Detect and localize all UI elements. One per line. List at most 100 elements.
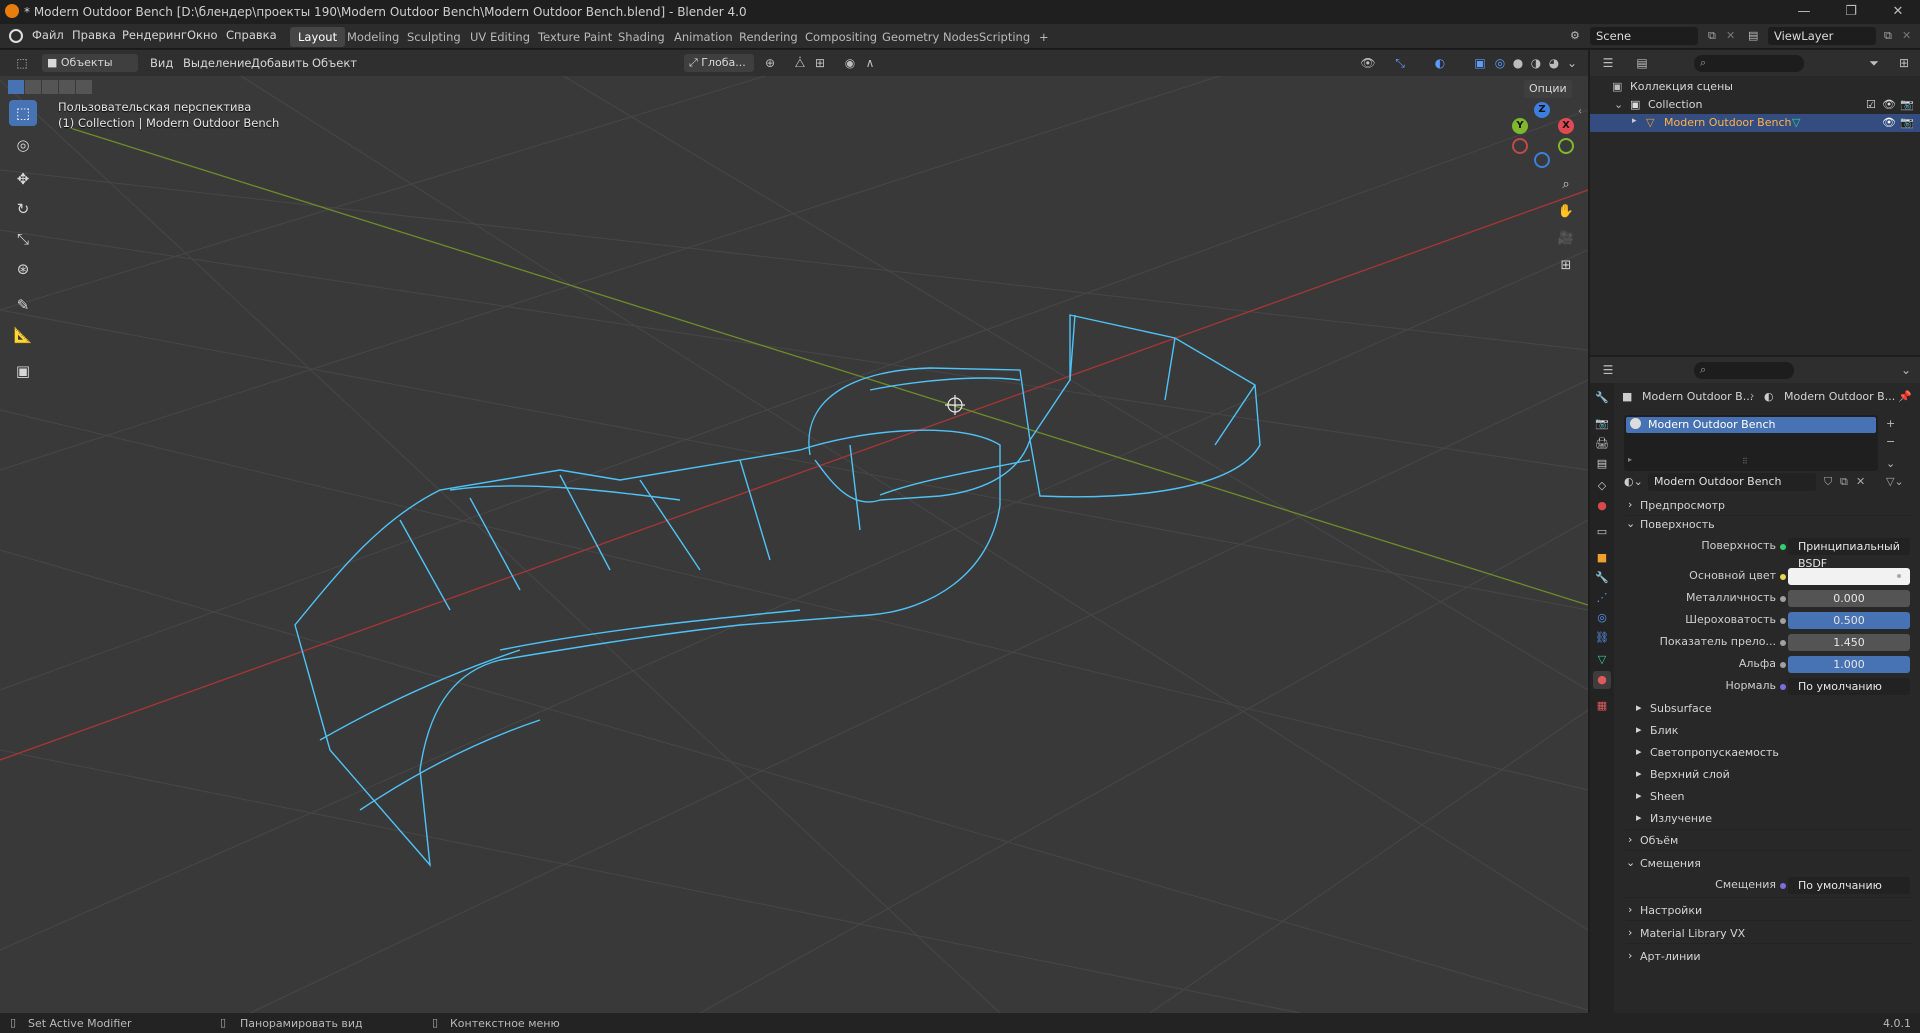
gizmo-neg-z[interactable] xyxy=(1534,152,1550,168)
material-slots-list[interactable]: Modern Outdoor Bench ▸ ⠿ xyxy=(1624,415,1878,471)
particles-tab-icon[interactable]: ⋰ xyxy=(1593,589,1611,607)
link-type-icon[interactable]: ▽⌄ xyxy=(1886,475,1904,488)
menu-render[interactable]: Рендеринг xyxy=(122,28,187,42)
subpanel-subsurface[interactable]: Subsurface xyxy=(1650,702,1712,715)
options-dropdown[interactable]: Опции xyxy=(1524,80,1572,98)
annotate-tool[interactable]: ✎ xyxy=(9,292,37,318)
tab-uv-editing[interactable]: UV Editing xyxy=(462,27,538,47)
select-new-icon[interactable] xyxy=(8,80,24,94)
viewlayer-copy-icon[interactable]: ⧉ xyxy=(1884,29,1892,43)
outliner-row-collection[interactable]: ⌄ ▣ Collection ☑ 👁 📷 xyxy=(1590,96,1920,114)
scene-icon[interactable]: ⚙ xyxy=(1570,29,1580,42)
gizmo-z-axis[interactable]: Z xyxy=(1534,102,1550,118)
outliner-row-object[interactable]: ▸ ▽ Modern Outdoor Bench ▽ 👁 📷 xyxy=(1590,114,1920,132)
view-layer-selector[interactable]: ViewLayer xyxy=(1768,27,1876,45)
data-tab-icon[interactable]: ▽ xyxy=(1593,651,1611,669)
3d-viewport[interactable]: ⬚ ■ Объекты Вид Выделение Добавить Объек… xyxy=(0,50,1588,1013)
tab-rendering[interactable]: Rendering xyxy=(731,27,806,47)
transform-tool[interactable]: ⊛ xyxy=(9,256,37,282)
tab-sculpting[interactable]: Sculpting xyxy=(399,27,469,47)
gizmo-x-axis[interactable]: X xyxy=(1558,118,1574,134)
roughness-field[interactable]: 0.500 xyxy=(1788,612,1910,629)
filter-icon[interactable]: ⏷ xyxy=(1866,55,1882,71)
xray-toggle-icon[interactable]: ▣ xyxy=(1472,55,1488,71)
output-tab-icon[interactable]: 🖨 xyxy=(1593,435,1611,453)
list-resize-grip-icon[interactable]: ⠿ xyxy=(1742,457,1748,466)
pan-hand-icon[interactable]: ✋ xyxy=(1553,199,1579,225)
material-tab-icon[interactable]: ● xyxy=(1593,671,1611,689)
collection-visibility-icon[interactable]: 👁 xyxy=(1882,98,1896,111)
outliner-editor-icon[interactable]: ☰ xyxy=(1600,55,1616,71)
displacement-section[interactable]: Смещения xyxy=(1640,857,1701,870)
scale-tool[interactable]: ⤡ xyxy=(9,226,37,252)
cursor-tool[interactable]: ◎ xyxy=(9,132,37,158)
object-visibility-icon[interactable]: 👁 xyxy=(1882,116,1896,129)
base-color-field[interactable] xyxy=(1788,568,1910,585)
physics-tab-icon[interactable]: ◎ xyxy=(1593,609,1611,627)
collection-render-icon[interactable]: 📷 xyxy=(1900,98,1914,111)
overlay-toggle-icon[interactable]: ◐ xyxy=(1432,55,1448,71)
navigation-gizmo[interactable]: Z Y X xyxy=(1506,100,1574,168)
measure-tool[interactable]: 📐 xyxy=(9,322,37,348)
subpanel-sheen[interactable]: Sheen xyxy=(1650,790,1684,803)
add-slot-icon[interactable]: + xyxy=(1886,417,1895,430)
tab-texture-paint[interactable]: Texture Paint xyxy=(530,27,620,47)
tab-shading[interactable]: Shading xyxy=(610,27,673,47)
modifier-tab-icon[interactable]: 🔧 xyxy=(1593,569,1611,587)
wireframe-shading-icon[interactable]: ◎ xyxy=(1492,55,1508,71)
material-library-arrow-icon[interactable]: › xyxy=(1628,926,1632,939)
displacement-section-arrow-icon[interactable]: ⌄ xyxy=(1626,856,1635,869)
expand-arrow-icon[interactable]: ⌄ xyxy=(1614,98,1623,111)
add-workspace-button[interactable]: + xyxy=(1031,27,1057,47)
snap-icon[interactable]: ⧊ xyxy=(792,55,808,71)
display-mode-icon[interactable]: ▤ xyxy=(1634,55,1650,71)
viewport-scene[interactable] xyxy=(0,50,1588,1013)
material-name-field[interactable]: Modern Outdoor Bench xyxy=(1648,473,1816,491)
displacement-field[interactable]: По умолчанию xyxy=(1788,877,1910,894)
surface-section[interactable]: Поверхность xyxy=(1640,518,1715,531)
outliner-search-field[interactable] xyxy=(1694,55,1804,72)
render-tab-icon[interactable]: 📷 xyxy=(1593,415,1611,433)
material-slot-row[interactable]: Modern Outdoor Bench xyxy=(1626,417,1876,433)
sidebar-toggle-icon[interactable]: ‹ xyxy=(1578,106,1582,117)
surface-section-arrow-icon[interactable]: ⌄ xyxy=(1626,517,1635,530)
move-tool[interactable]: ✥ xyxy=(9,166,37,192)
unlink-material-icon[interactable]: ✕ xyxy=(1856,475,1865,488)
expand-arrow-icon[interactable]: ▸ xyxy=(1632,116,1637,126)
constraints-tab-icon[interactable]: ⛓ xyxy=(1593,629,1611,647)
tab-modeling[interactable]: Modeling xyxy=(339,27,407,47)
shading-dropdown-icon[interactable]: ⌄ xyxy=(1564,55,1580,71)
ortho-toggle-icon[interactable]: ⊞ xyxy=(1553,253,1579,279)
material-shading-icon[interactable]: ◑ xyxy=(1528,55,1544,71)
object-tab-icon[interactable]: ■ xyxy=(1593,549,1611,567)
list-expand-icon[interactable]: ▸ xyxy=(1628,455,1632,464)
preview-section[interactable]: Предпросмотр xyxy=(1640,499,1725,512)
gizmo-y-axis[interactable]: Y xyxy=(1512,118,1528,134)
camera-view-icon[interactable]: 🎥 xyxy=(1553,226,1579,252)
vp-menu-object[interactable]: Объект xyxy=(312,56,357,70)
object-mode-dropdown[interactable]: ■ Объекты xyxy=(42,54,138,72)
scene-selector[interactable]: Scene xyxy=(1590,27,1698,45)
material-browse-icon[interactable]: ◐⌄ xyxy=(1624,475,1643,488)
subpanel-specular[interactable]: Блик xyxy=(1650,724,1678,737)
properties-search-field[interactable] xyxy=(1694,362,1794,379)
maximize-icon[interactable]: ❐ xyxy=(1842,3,1860,21)
view-layer-tab-icon[interactable]: ▤ xyxy=(1593,455,1611,473)
vp-menu-select[interactable]: Выделение xyxy=(183,56,252,70)
remove-slot-icon[interactable]: − xyxy=(1886,435,1895,448)
tab-scripting[interactable]: Scripting xyxy=(971,27,1038,47)
tab-animation[interactable]: Animation xyxy=(666,27,741,47)
tool-tab-icon[interactable]: 🔧 xyxy=(1593,389,1611,407)
subpanel-arrow-icon[interactable]: ▸ xyxy=(1636,723,1642,736)
zoom-icon[interactable]: ⌕ xyxy=(1553,172,1579,198)
subpanel-arrow-icon[interactable]: ▸ xyxy=(1636,789,1642,802)
texture-tab-icon[interactable]: ▦ xyxy=(1593,697,1611,715)
fake-user-icon[interactable]: ⛉ xyxy=(1824,475,1832,489)
preview-section-arrow-icon[interactable]: › xyxy=(1628,498,1632,511)
select-subtract-icon[interactable] xyxy=(42,80,58,94)
subpanel-arrow-icon[interactable]: ▸ xyxy=(1636,745,1642,758)
select-extend-icon[interactable] xyxy=(25,80,41,94)
world-tab-icon[interactable]: ● xyxy=(1593,497,1611,515)
proportional-edit-icon[interactable]: ◉ xyxy=(842,55,858,71)
gizmo-neg-y[interactable] xyxy=(1558,138,1574,154)
